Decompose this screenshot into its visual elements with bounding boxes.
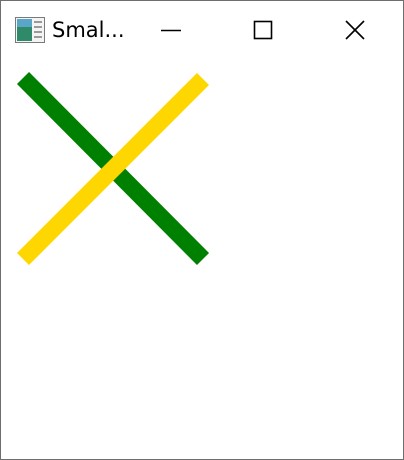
drawing-canvas <box>16 72 210 266</box>
app-window: Smal... <box>0 0 404 460</box>
maximize-button[interactable] <box>217 1 309 59</box>
client-area <box>1 59 403 459</box>
maximize-icon <box>253 20 273 40</box>
window-title: Smal... <box>52 18 125 42</box>
app-window-icon <box>15 17 45 43</box>
close-button[interactable] <box>309 1 401 59</box>
close-icon <box>345 20 365 40</box>
minimize-button[interactable] <box>125 1 217 59</box>
title-bar[interactable]: Smal... <box>1 1 403 59</box>
minimize-icon <box>161 29 181 32</box>
